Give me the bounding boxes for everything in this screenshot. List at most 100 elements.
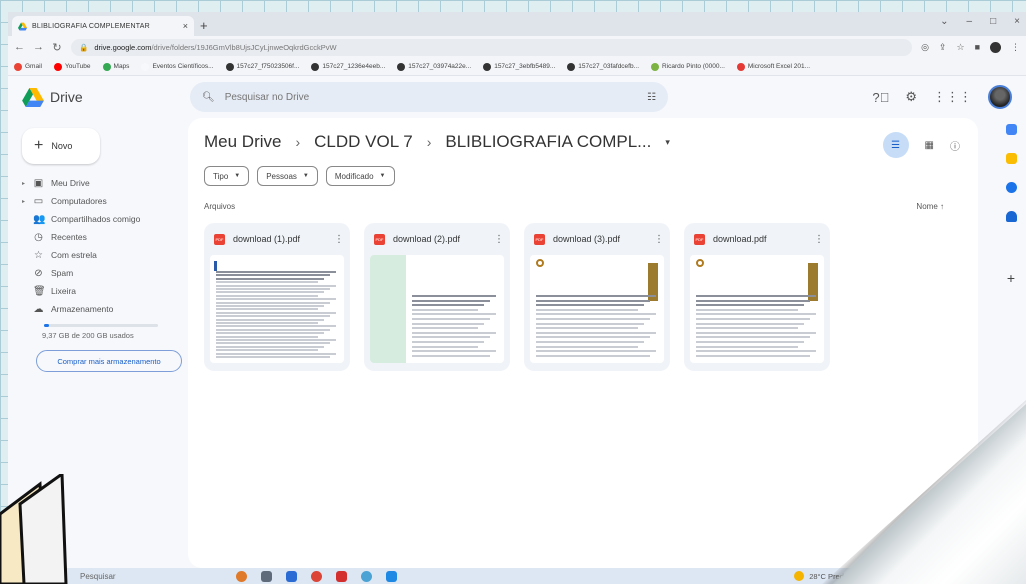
bookmark-star-icon[interactable]: ☆ (956, 42, 964, 53)
file-thumbnail (210, 255, 344, 363)
sidebar-item-compartilhados-comigo[interactable]: 👥 Compartilhados comigo (16, 210, 180, 228)
browser-profile-icon[interactable] (990, 41, 1001, 53)
store-icon[interactable] (385, 570, 397, 582)
bookmark-item[interactable]: Maps (102, 62, 129, 71)
sidebar-item-spam[interactable]: ⊘ Spam (16, 264, 180, 282)
breadcrumb-item-cldd-vol-7[interactable]: CLDD VOL 7 (314, 132, 413, 152)
file-explorer-icon[interactable] (285, 570, 297, 582)
expand-caret-icon[interactable]: ▸ (22, 180, 26, 187)
storage-usage-text: 9,37 GB de 200 GB usados (42, 331, 134, 340)
settings-gear-icon[interactable]: ⚙ (905, 89, 917, 105)
forward-icon[interactable]: → (33, 41, 44, 53)
buy-storage-button[interactable]: Comprar mais armazenamento (36, 350, 182, 372)
grid-view-icon[interactable]: ▦ (925, 140, 934, 151)
filter-chip-label: Tipo (213, 171, 229, 181)
pdf-icon: PDF (694, 233, 705, 245)
tasks-icon[interactable] (1005, 182, 1017, 193)
sidebar-item-com-estrela[interactable]: ☆ Com estrela (16, 246, 180, 264)
bookmark-item[interactable]: 157c27_1236e4eeb... (311, 62, 385, 71)
maximize-icon[interactable]: □ (990, 16, 996, 27)
chrome-profile-icon[interactable] (360, 570, 372, 582)
bookmark-item[interactable]: 157c27_3ebfb5489... (483, 62, 556, 71)
drive-logo-text: Drive (50, 89, 83, 105)
butterfly-widget-icon[interactable] (235, 570, 247, 582)
more-options-icon[interactable]: ⋮ (494, 234, 504, 245)
file-name: download (1).pdf (233, 234, 301, 244)
profile-avatar[interactable] (988, 85, 1012, 109)
more-options-icon[interactable]: ⋮ (814, 234, 824, 245)
more-options-icon[interactable]: ⋮ (334, 234, 344, 245)
files-section-label: Arquivos (204, 202, 236, 211)
filter-chip-modificado[interactable]: Modificado ▼ (325, 166, 395, 186)
dropdown-arrow-icon: ▼ (379, 173, 386, 179)
filter-chip-pessoas[interactable]: Pessoas ▼ (257, 166, 318, 186)
taskbar-search[interactable]: Pesquisar (80, 572, 116, 581)
bookmark-item[interactable]: YouTube (53, 62, 91, 71)
contacts-icon[interactable] (1005, 211, 1017, 222)
more-options-icon[interactable]: ⋮ (654, 234, 664, 245)
shared-icon: 👥 (33, 213, 46, 225)
folder-menu-chevron-icon[interactable]: ▾ (665, 137, 670, 148)
file-name: download (3).pdf (553, 234, 621, 244)
expand-caret-icon[interactable]: ▸ (22, 198, 26, 205)
share-icon[interactable]: ⇪ (939, 42, 947, 53)
browser-menu-icon[interactable]: ⋮ (1011, 42, 1020, 53)
task-view-icon[interactable] (260, 570, 272, 582)
browser-tab[interactable]: BLIBLIOGRAFIA COMPLEMENTAR × (12, 16, 194, 36)
apps-grid-icon[interactable]: ⋮⋮⋮ (933, 89, 972, 105)
sidebar-item-recentes[interactable]: ◷ Recentes (16, 228, 180, 246)
drive-logo[interactable]: Drive (22, 87, 180, 107)
close-tab-icon[interactable]: × (183, 21, 188, 31)
file-card[interactable]: PDF download (1).pdf ⋮ (204, 223, 350, 371)
search-input[interactable] (224, 91, 638, 103)
file-card[interactable]: PDF download.pdf ⋮ (684, 223, 830, 371)
breadcrumb-item-meu-drive[interactable]: Meu Drive (204, 132, 281, 152)
bookmark-item[interactable]: 157c27_03fafdcefb... (567, 62, 639, 71)
sidebar-item-armazenamento[interactable]: ☁ Armazenamento (16, 300, 180, 318)
filter-toggle-icon[interactable]: ☰ (882, 132, 909, 158)
file-card[interactable]: PDF download (3).pdf ⋮ (524, 223, 670, 371)
bookmark-favicon-icon (53, 62, 62, 71)
sidebar-item-lixeira[interactable]: 🗑 Lixeira (16, 282, 180, 300)
keep-icon[interactable] (1005, 153, 1017, 164)
sidebar-item-label: Compartilhados comigo (51, 214, 141, 224)
filter-chip-tipo[interactable]: Tipo ▼ (204, 166, 250, 186)
calendar-icon[interactable] (1005, 124, 1017, 135)
add-addon-icon[interactable]: + (1007, 270, 1015, 286)
sidebar-toggle-icon[interactable]: ■ (975, 42, 980, 52)
bookmark-item[interactable]: Eventos Científicos... (141, 62, 214, 71)
computer-icon: ▭ (33, 195, 44, 207)
new-button[interactable]: + Novo (22, 128, 100, 164)
file-card[interactable]: PDF download (2).pdf ⋮ (364, 223, 510, 371)
new-button-label: Novo (51, 141, 73, 151)
pdf-icon: PDF (214, 233, 225, 245)
sidebar-item-meu-drive[interactable]: ▸ ▣ Meu Drive (16, 174, 180, 192)
acrobat-icon[interactable] (335, 570, 347, 582)
search-options-icon[interactable]: ☷ (647, 92, 656, 103)
tab-search-icon[interactable]: ⌄ (940, 16, 948, 27)
google-lens-icon[interactable]: ◎ (921, 42, 929, 53)
bookmark-item[interactable]: Microsoft Excel 201... (736, 62, 810, 71)
bookmark-item[interactable]: Gmail (14, 62, 42, 71)
dropdown-arrow-icon: ▼ (302, 173, 309, 179)
info-icon[interactable]: ⓘ (950, 138, 960, 153)
minimize-icon[interactable]: – (967, 16, 973, 27)
breadcrumb-separator-icon: › (426, 134, 432, 150)
reload-icon[interactable]: ↻ (52, 41, 62, 54)
breadcrumb-item-current-folder[interactable]: BLIBLIOGRAFIA COMPL... (445, 132, 651, 152)
address-bar[interactable]: 🔒 drive.google.com/drive/folders/19J6GmV… (71, 38, 913, 56)
bookmark-label: Gmail (25, 63, 42, 70)
back-icon[interactable]: ← (14, 41, 25, 53)
bookmark-favicon-icon (225, 62, 234, 71)
search-icon[interactable]: 🔍︎ (202, 92, 215, 103)
bookmark-item[interactable]: Ricardo Pinto (0000... (651, 62, 725, 71)
bookmark-item[interactable]: 157c27_f75023506f... (225, 62, 299, 71)
new-tab-icon[interactable]: + (200, 18, 208, 33)
bookmark-label: 157c27_3ebfb5489... (494, 63, 556, 70)
sort-control[interactable]: Nome ↑ (916, 202, 944, 211)
help-icon[interactable]: ?⃝ (872, 90, 889, 105)
bookmark-item[interactable]: 157c27_03974a22e... (397, 62, 471, 71)
sidebar-item-computadores[interactable]: ▸ ▭ Computadores (16, 192, 180, 210)
close-window-icon[interactable]: × (1014, 16, 1020, 27)
chrome-icon[interactable] (310, 570, 322, 582)
